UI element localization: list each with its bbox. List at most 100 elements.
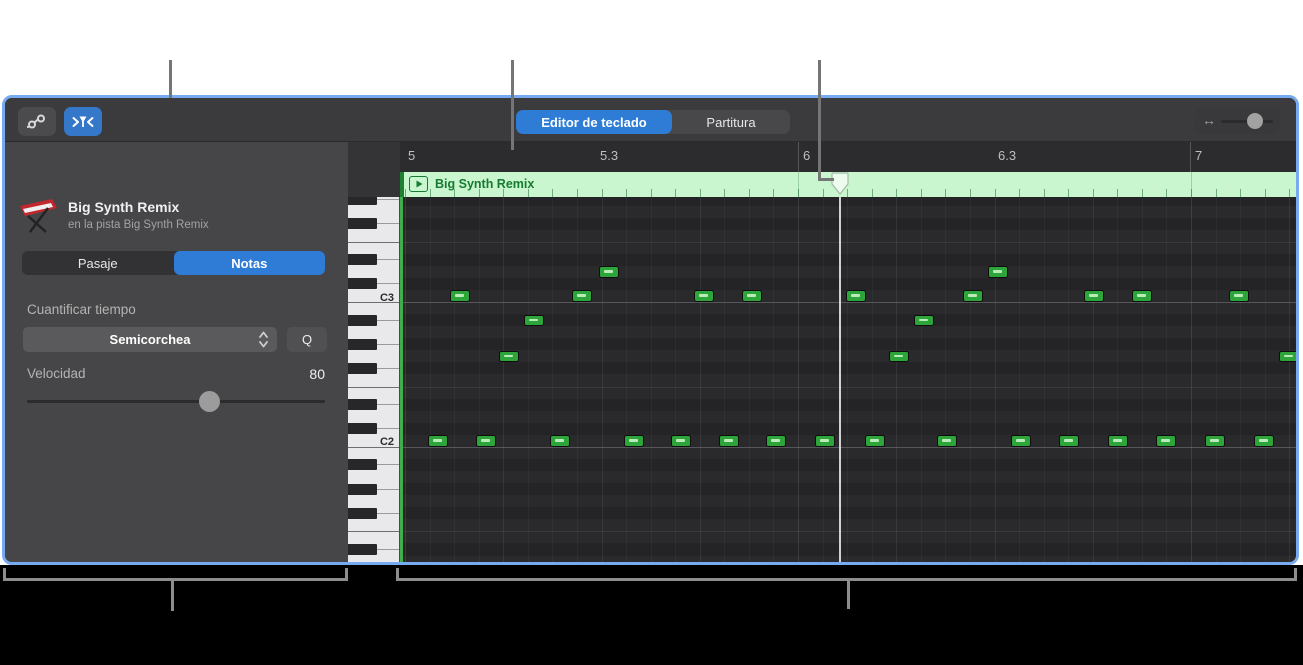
midi-note[interactable] — [963, 290, 983, 302]
grid-line — [847, 197, 848, 562]
horizontal-resize-icon: ↔ — [1202, 112, 1216, 128]
midi-note[interactable] — [1205, 435, 1225, 447]
midi-note[interactable] — [1108, 435, 1128, 447]
zoom-slider-knob[interactable] — [1247, 113, 1263, 129]
midi-note[interactable] — [1084, 290, 1104, 302]
track-subtitle: en la pista Big Synth Remix — [68, 219, 209, 231]
region-tick — [528, 189, 529, 197]
piano-key-black[interactable] — [348, 278, 377, 289]
piano-key-black[interactable] — [348, 423, 377, 434]
midi-note[interactable] — [671, 435, 691, 447]
playhead-line[interactable] — [839, 197, 841, 562]
grid-line — [1289, 197, 1290, 562]
midi-note[interactable] — [815, 435, 835, 447]
midi-note[interactable] — [889, 351, 909, 363]
editor-mode-tabs: Editor de teclado Partitura — [516, 110, 790, 134]
region-tick — [1068, 189, 1069, 197]
ruler[interactable]: 55.366.37 — [400, 142, 1296, 172]
midi-note[interactable] — [599, 266, 619, 278]
playhead-handle[interactable] — [830, 172, 850, 197]
midi-note[interactable] — [550, 435, 570, 447]
callout-bracket-end — [1294, 568, 1297, 581]
region-start-line — [400, 197, 403, 562]
midi-note[interactable] — [719, 435, 739, 447]
velocity-slider-track[interactable] — [27, 400, 325, 403]
midi-note[interactable] — [450, 290, 470, 302]
piano-key-black[interactable] — [348, 484, 377, 495]
velocity-slider-knob[interactable] — [199, 391, 220, 412]
quantize-apply-button[interactable]: Q — [287, 327, 327, 352]
piano-key-divider — [377, 283, 400, 284]
midi-note[interactable] — [476, 435, 496, 447]
midi-note[interactable] — [865, 435, 885, 447]
midi-note-velocity-stripe — [1089, 294, 1098, 297]
midi-note-velocity-stripe — [1234, 294, 1243, 297]
midi-note[interactable] — [1254, 435, 1274, 447]
editor-toolbar: Editor de teclado Partitura ↔ — [5, 98, 1296, 142]
midi-note[interactable] — [1279, 351, 1296, 363]
midi-note-velocity-stripe — [968, 294, 977, 297]
quantize-dropdown[interactable]: Semicorchea — [23, 327, 277, 352]
midi-note[interactable] — [766, 435, 786, 447]
midi-note[interactable] — [694, 290, 714, 302]
region-tick — [454, 189, 455, 197]
grid-line — [1117, 197, 1118, 562]
region-tick — [896, 189, 897, 197]
note-grid[interactable] — [400, 197, 1296, 562]
piano-key-black[interactable] — [348, 508, 377, 519]
midi-note[interactable] — [914, 315, 934, 327]
piano-key-black[interactable] — [348, 254, 377, 265]
tab-editor-de-teclado[interactable]: Editor de teclado — [516, 110, 672, 134]
midi-note[interactable] — [428, 435, 448, 447]
midi-note[interactable] — [1132, 290, 1152, 302]
midi-note[interactable] — [742, 290, 762, 302]
midi-note-velocity-stripe — [1284, 355, 1293, 358]
midi-note-velocity-stripe — [919, 319, 928, 322]
tab-partitura[interactable]: Partitura — [672, 110, 790, 134]
automation-button[interactable] — [18, 107, 56, 136]
piano-key-black[interactable] — [348, 363, 377, 374]
midi-note[interactable] — [572, 290, 592, 302]
midi-note[interactable] — [1229, 290, 1249, 302]
callout-line-playhead — [818, 60, 821, 181]
midi-note[interactable] — [624, 435, 644, 447]
midi-note[interactable] — [846, 290, 866, 302]
midi-note[interactable] — [1011, 435, 1031, 447]
piano-key-boundary — [348, 242, 400, 243]
midi-note[interactable] — [937, 435, 957, 447]
tab-pasaje[interactable]: Pasaje — [22, 251, 174, 275]
region-header[interactable]: Big Synth Remix — [400, 172, 1296, 197]
midi-note[interactable] — [524, 315, 544, 327]
grid-line — [503, 197, 504, 562]
grid-line — [798, 197, 799, 562]
grid-line — [970, 197, 971, 562]
region-play-button[interactable] — [409, 176, 428, 192]
piano-key-divider — [377, 513, 400, 514]
grid-line — [1166, 197, 1167, 562]
grid-line — [1240, 197, 1241, 562]
piano-key-black[interactable] — [348, 544, 377, 555]
midi-note[interactable] — [499, 351, 519, 363]
grid-line — [1044, 197, 1045, 562]
midi-note[interactable] — [1156, 435, 1176, 447]
piano-key-black[interactable] — [348, 459, 377, 470]
tab-notas[interactable]: Notas — [174, 251, 326, 275]
piano-key-black[interactable] — [348, 399, 377, 410]
midi-note[interactable] — [988, 266, 1008, 278]
piano-key-black[interactable] — [348, 197, 377, 205]
piano-key-black[interactable] — [348, 315, 377, 326]
callout-bracket-stem — [847, 581, 850, 609]
region-bar-line — [1191, 172, 1192, 197]
midi-note-velocity-stripe — [455, 294, 464, 297]
region-tick — [945, 189, 946, 197]
ruler-label: 5 — [408, 148, 415, 163]
midi-note[interactable] — [1059, 435, 1079, 447]
region-tick — [921, 189, 922, 197]
grid-line — [1142, 197, 1143, 562]
region-name: Big Synth Remix — [435, 177, 534, 191]
piano-key-black[interactable] — [348, 218, 377, 229]
grid-line — [749, 197, 750, 562]
catch-playhead-button[interactable] — [64, 107, 102, 136]
piano-key-black[interactable] — [348, 339, 377, 350]
region-tick — [1142, 189, 1143, 197]
